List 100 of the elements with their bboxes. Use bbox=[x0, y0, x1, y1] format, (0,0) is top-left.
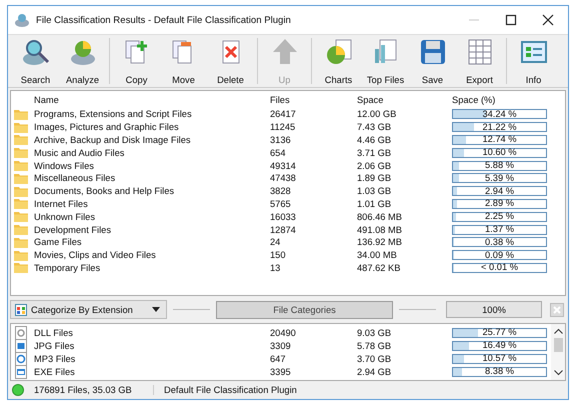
image-file-icon bbox=[14, 338, 28, 352]
table-cell-text: 24 bbox=[270, 237, 282, 248]
percent-bar: 5.39 % bbox=[452, 173, 547, 184]
table-cell-text: 2.94 GB bbox=[357, 366, 392, 376]
percent-bar: 2.25 % bbox=[452, 212, 547, 222]
table-cell-text: 49314 bbox=[270, 160, 297, 171]
category-name[interactable]: Development Files bbox=[34, 224, 270, 235]
folder-icon bbox=[14, 108, 28, 120]
percent-bar: 10.57 % bbox=[452, 354, 547, 364]
file-categories-button[interactable]: File Categories bbox=[216, 300, 393, 318]
column-header[interactable]: Name bbox=[34, 94, 270, 104]
status-summary: 176891 Files, 35.03 GB bbox=[24, 385, 154, 395]
category-name[interactable]: Temporary Files bbox=[34, 262, 270, 273]
toolbar-button[interactable]: Copy bbox=[113, 35, 160, 87]
toolbar-button[interactable]: Analyze bbox=[59, 35, 106, 87]
table-cell-text: 26417 bbox=[270, 109, 297, 120]
category-name[interactable]: Images, Pictures and Graphic Files bbox=[34, 122, 270, 132]
extension-name[interactable]: MP3 Files bbox=[34, 354, 270, 364]
folder-icon bbox=[14, 160, 28, 172]
extension-name[interactable]: EXE Files bbox=[34, 366, 270, 376]
percent-bar: 1.37 % bbox=[452, 224, 547, 235]
table-cell-text: 7.43 GB bbox=[357, 122, 392, 132]
toolbar-button[interactable]: Top Files bbox=[362, 35, 409, 87]
maximize-icon[interactable] bbox=[505, 14, 517, 26]
category-name[interactable]: Programs, Extensions and Script Files bbox=[34, 109, 270, 120]
category-name[interactable]: Music and Audio Files bbox=[34, 148, 270, 158]
disc-file-icon bbox=[14, 352, 28, 366]
scroll-thumb[interactable] bbox=[554, 338, 562, 352]
scroll-up-icon[interactable] bbox=[554, 328, 562, 334]
column-header[interactable]: Space (%) bbox=[452, 94, 547, 104]
folder-icon bbox=[14, 198, 28, 210]
extension-name[interactable]: JPG Files bbox=[34, 340, 270, 350]
column-header[interactable]: Files bbox=[270, 94, 357, 104]
folder-icon bbox=[14, 211, 28, 222]
folder-icon bbox=[14, 134, 28, 146]
table-cell-text: 654 bbox=[270, 148, 287, 158]
window-file-icon bbox=[14, 364, 28, 378]
table-cell-text: 3395 bbox=[270, 366, 292, 376]
table-cell-text: 3309 bbox=[270, 340, 292, 350]
category-name[interactable]: Documents, Books and Help Files bbox=[34, 186, 270, 196]
column-header[interactable]: Space bbox=[357, 94, 452, 104]
percent-bar: 25.77 % bbox=[452, 328, 547, 338]
percent-bar: 16.49 % bbox=[452, 340, 547, 350]
percent-bar: 2.94 % bbox=[452, 186, 547, 196]
folder-icon bbox=[14, 172, 28, 184]
table-cell-text: 47438 bbox=[270, 173, 297, 184]
table-cell-text: 136.92 MB bbox=[357, 237, 403, 248]
grid-icon bbox=[15, 304, 27, 316]
percent-bar: 5.88 % bbox=[452, 160, 547, 171]
toolbar-button[interactable]: Save bbox=[409, 35, 456, 87]
percent-bar: 8.38 % bbox=[452, 366, 547, 376]
window-title: File Classification Results - Default File Classification Plugin bbox=[36, 14, 292, 26]
toolbar-button[interactable]: Export bbox=[456, 35, 503, 87]
category-name[interactable]: Internet Files bbox=[34, 198, 270, 209]
close-icon[interactable] bbox=[542, 14, 554, 26]
table-cell-text: 3.70 GB bbox=[357, 354, 392, 364]
status-dot-icon bbox=[12, 384, 24, 396]
table-cell-text: 12874 bbox=[270, 224, 297, 235]
toolbar-button[interactable]: Info bbox=[510, 35, 557, 87]
table-cell-text: 11245 bbox=[270, 122, 296, 132]
table-cell-text: 1.01 GB bbox=[357, 198, 392, 209]
category-name[interactable]: Unknown Files bbox=[34, 212, 270, 222]
table-cell-text: 5765 bbox=[270, 198, 292, 209]
category-name[interactable]: Miscellaneous Files bbox=[34, 173, 270, 184]
category-name[interactable]: Archive, Backup and Disk Image Files bbox=[34, 134, 270, 145]
toolbar-button[interactable]: Charts bbox=[315, 35, 362, 87]
table-cell-text: 806.46 MB bbox=[357, 212, 403, 222]
folder-icon bbox=[14, 250, 28, 261]
table-cell-text: 647 bbox=[270, 354, 287, 364]
table-cell-text: 12.00 GB bbox=[357, 109, 398, 120]
toolbar-button[interactable]: Move bbox=[160, 35, 207, 87]
category-name[interactable]: Game Files bbox=[34, 237, 270, 248]
table-cell-text: 150 bbox=[270, 250, 287, 260]
folder-icon bbox=[14, 186, 28, 197]
table-cell-text: 20490 bbox=[270, 328, 297, 338]
table-cell-text: 13 bbox=[270, 262, 282, 273]
percent-bar: 2.89 % bbox=[452, 198, 547, 209]
percent-bar: < 0.01 % bbox=[452, 262, 547, 273]
percent-bar: 0.09 % bbox=[452, 250, 547, 260]
app-icon bbox=[14, 12, 30, 28]
table-cell-text: 9.03 GB bbox=[357, 328, 392, 338]
table-cell-text: 3136 bbox=[270, 134, 292, 145]
table-cell-text: 1.89 GB bbox=[357, 173, 392, 184]
table-cell-text: 2.06 GB bbox=[357, 160, 392, 171]
toolbar-button[interactable]: Search bbox=[12, 35, 59, 87]
folder-icon bbox=[14, 236, 28, 248]
scroll-down-icon[interactable] bbox=[554, 370, 562, 376]
status-plugin: Default File Classification Plugin bbox=[163, 385, 297, 395]
category-name[interactable]: Windows Files bbox=[34, 160, 270, 171]
table-cell-text: 487.62 KB bbox=[357, 262, 402, 273]
toolbar-button[interactable]: Delete bbox=[207, 35, 254, 87]
categorize-dropdown[interactable]: Categorize By Extension bbox=[10, 300, 167, 319]
folder-icon bbox=[14, 224, 28, 236]
table-cell-text: 3828 bbox=[270, 186, 292, 196]
folder-icon bbox=[14, 262, 28, 274]
table-cell-text: 16033 bbox=[270, 212, 297, 222]
percent-bar: 34.24 % bbox=[452, 109, 547, 120]
extension-name[interactable]: DLL Files bbox=[34, 328, 270, 338]
table-cell-text: 1.03 GB bbox=[357, 186, 392, 196]
category-name[interactable]: Movies, Clips and Video Files bbox=[34, 250, 270, 260]
